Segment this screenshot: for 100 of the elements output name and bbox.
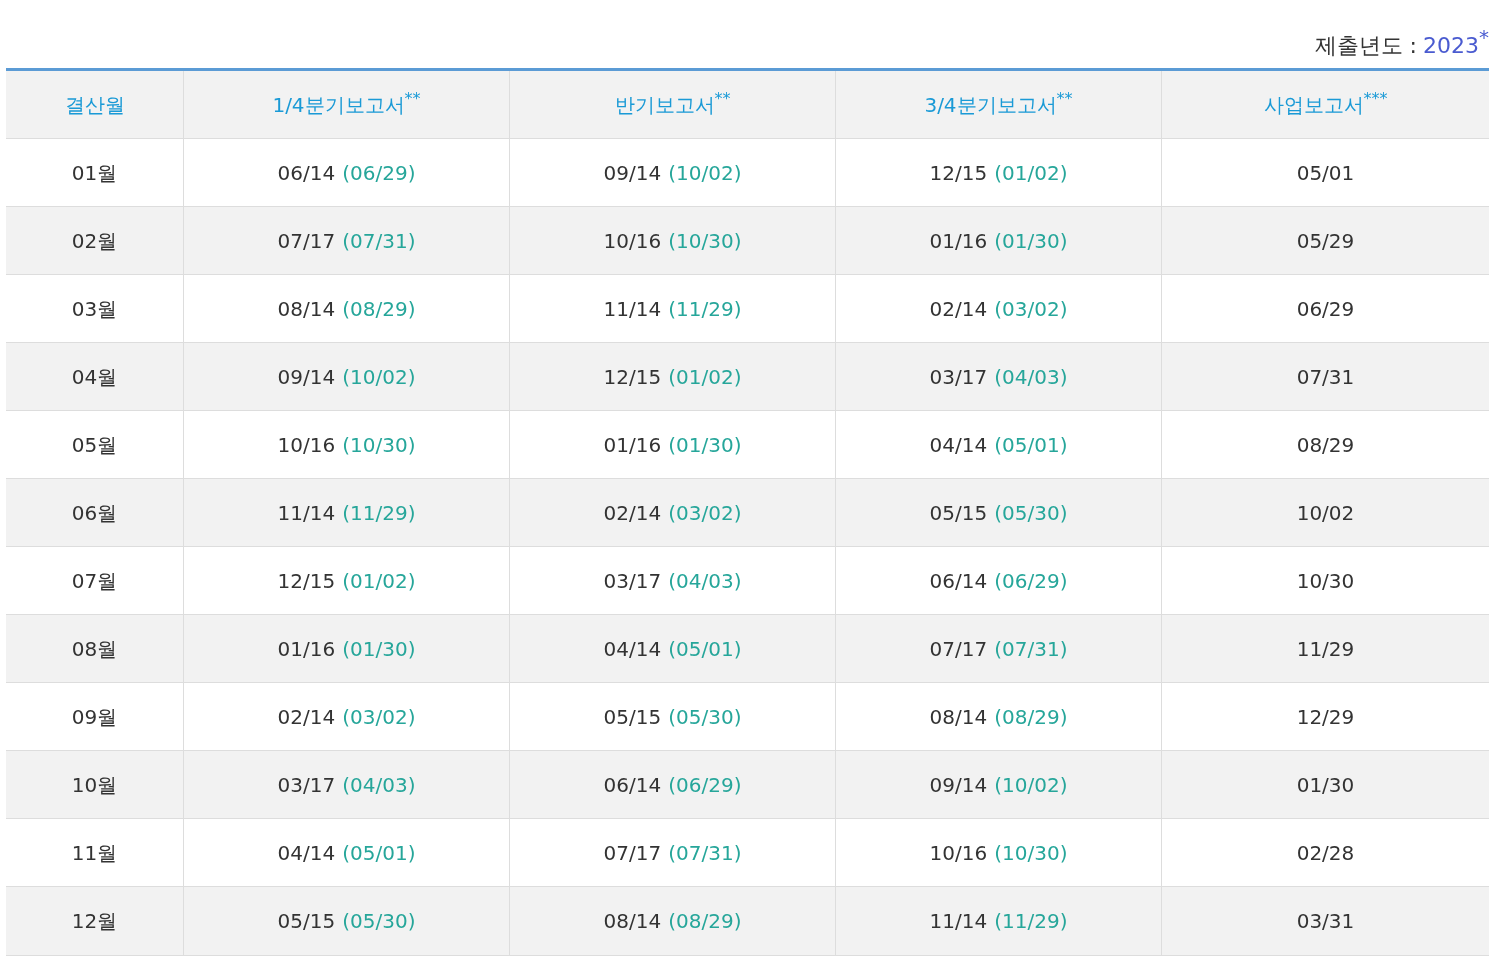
- deadline-date: (01/02): [994, 159, 1068, 187]
- filing-date: 03/17: [929, 363, 988, 391]
- filing-date: 07/17: [929, 635, 988, 663]
- deadline-date: (01/02): [668, 363, 742, 391]
- filing-date: 06/29: [1296, 295, 1355, 323]
- filing-date: 09/14: [929, 771, 988, 799]
- filing-date: 03/31: [1296, 908, 1355, 935]
- deadline-date: (04/03): [342, 771, 416, 799]
- filing-date: 10/30: [1296, 567, 1355, 595]
- submission-year-label: 제출년도 :: [1314, 32, 1417, 60]
- month-cell-text: 07월: [71, 567, 118, 595]
- filing-date: 03/17: [277, 771, 336, 799]
- month-cell-text: 04월: [71, 363, 118, 391]
- filing-date: 11/14: [929, 908, 988, 935]
- filing-date: 08/14: [929, 703, 988, 731]
- column-header: 사업보고서$^{***}$: [1263, 89, 1388, 119]
- deadline-date: (10/02): [994, 771, 1068, 799]
- deadline-date: (10/02): [342, 363, 416, 391]
- filing-date: 07/31: [1296, 363, 1355, 391]
- submission-year-value: 2023: [1423, 33, 1479, 60]
- filing-date: 04/14: [929, 431, 988, 459]
- filing-date: 05/15: [603, 703, 662, 731]
- filing-date: 11/14: [603, 295, 662, 323]
- deadline-date: (10/30): [668, 227, 742, 255]
- deadline-date: (07/31): [342, 227, 416, 255]
- filing-date: 05/15: [929, 499, 988, 527]
- month-cell-text: 03월: [71, 295, 118, 323]
- filing-date: 12/15: [929, 159, 988, 187]
- filing-date: 02/14: [603, 499, 662, 527]
- filing-date: 05/15: [277, 908, 336, 935]
- deadline-date: (05/30): [668, 703, 742, 731]
- deadline-date: (05/01): [994, 431, 1068, 459]
- deadline-date: (06/29): [994, 567, 1068, 595]
- filing-date: 12/29: [1296, 703, 1355, 731]
- month-cell-text: 12월: [71, 908, 118, 935]
- filing-date: 07/17: [603, 839, 662, 867]
- month-cell-text: 05월: [71, 431, 118, 459]
- filing-date: 03/17: [603, 567, 662, 595]
- filing-date: 07/17: [277, 227, 336, 255]
- deadline-date: (06/29): [342, 159, 416, 187]
- filing-date: 01/16: [277, 635, 336, 663]
- deadline-date: (04/03): [994, 363, 1068, 391]
- deadline-date: (08/29): [342, 295, 416, 323]
- filing-date: 02/14: [929, 295, 988, 323]
- filing-date: 10/02: [1296, 499, 1355, 527]
- deadline-date: (01/02): [342, 567, 416, 595]
- deadline-date: (01/30): [994, 227, 1068, 255]
- filing-date: 06/14: [929, 567, 988, 595]
- month-cell-text: 01월: [71, 159, 118, 187]
- filing-date: 06/14: [603, 771, 662, 799]
- filing-date: 09/14: [277, 363, 336, 391]
- filing-date: 02/14: [277, 703, 336, 731]
- deadline-date: (08/29): [994, 703, 1068, 731]
- deadline-date: (08/29): [668, 908, 742, 935]
- deadline-date: (11/29): [668, 295, 742, 323]
- filing-date: 08/14: [603, 908, 662, 935]
- filing-date: 01/30: [1296, 771, 1355, 799]
- deadline-date: (03/02): [994, 295, 1068, 323]
- deadline-date: (03/02): [342, 703, 416, 731]
- column-header: 결산월: [64, 91, 125, 119]
- deadline-date: (05/01): [668, 635, 742, 663]
- deadline-date: (05/01): [342, 839, 416, 867]
- filing-date: 10/16: [277, 431, 336, 459]
- deadline-date: (07/31): [994, 635, 1068, 663]
- month-cell-text: 09월: [71, 703, 118, 731]
- deadline-date: (07/31): [668, 839, 742, 867]
- column-header: 1/4분기보고서$^{**}$: [272, 89, 421, 119]
- filing-date: 09/14: [603, 159, 662, 187]
- filing-date: 12/15: [603, 363, 662, 391]
- filing-date: 10/16: [603, 227, 662, 255]
- column-header: 반기보고서$^{**}$: [614, 89, 731, 119]
- month-cell-text: 10월: [71, 771, 118, 799]
- filing-date: 06/14: [277, 159, 336, 187]
- footnote-mark: *: [1479, 27, 1489, 47]
- filing-date: 04/14: [603, 635, 662, 663]
- month-cell-text: 11월: [71, 839, 118, 867]
- filing-date: 02/28: [1296, 839, 1355, 867]
- deadline-date: (01/30): [668, 431, 742, 459]
- filing-date: 05/29: [1296, 227, 1355, 255]
- filing-date: 11/14: [277, 499, 336, 527]
- filing-date: 01/16: [929, 227, 988, 255]
- filing-date: 08/14: [277, 295, 336, 323]
- deadline-date: (06/29): [668, 771, 742, 799]
- deadline-date: (10/02): [668, 159, 742, 187]
- filing-date: 11/29: [1296, 635, 1355, 663]
- deadline-date: (05/30): [994, 499, 1068, 527]
- deadline-date: (03/02): [668, 499, 742, 527]
- deadline-date: (11/29): [994, 908, 1068, 935]
- filing-date: 05/01: [1296, 159, 1355, 187]
- month-cell-text: 02월: [71, 227, 118, 255]
- filing-date: 08/29: [1296, 431, 1355, 459]
- deadline-date: (10/30): [342, 431, 416, 459]
- filing-date: 12/15: [277, 567, 336, 595]
- month-cell-text: 08월: [71, 635, 118, 663]
- column-header: 3/4분기보고서$^{**}$: [924, 89, 1073, 119]
- filing-date: 10/16: [929, 839, 988, 867]
- filing-date: 01/16: [603, 431, 662, 459]
- deadline-date: (11/29): [342, 499, 416, 527]
- month-cell-text: 06월: [71, 499, 118, 527]
- deadline-date: (01/30): [342, 635, 416, 663]
